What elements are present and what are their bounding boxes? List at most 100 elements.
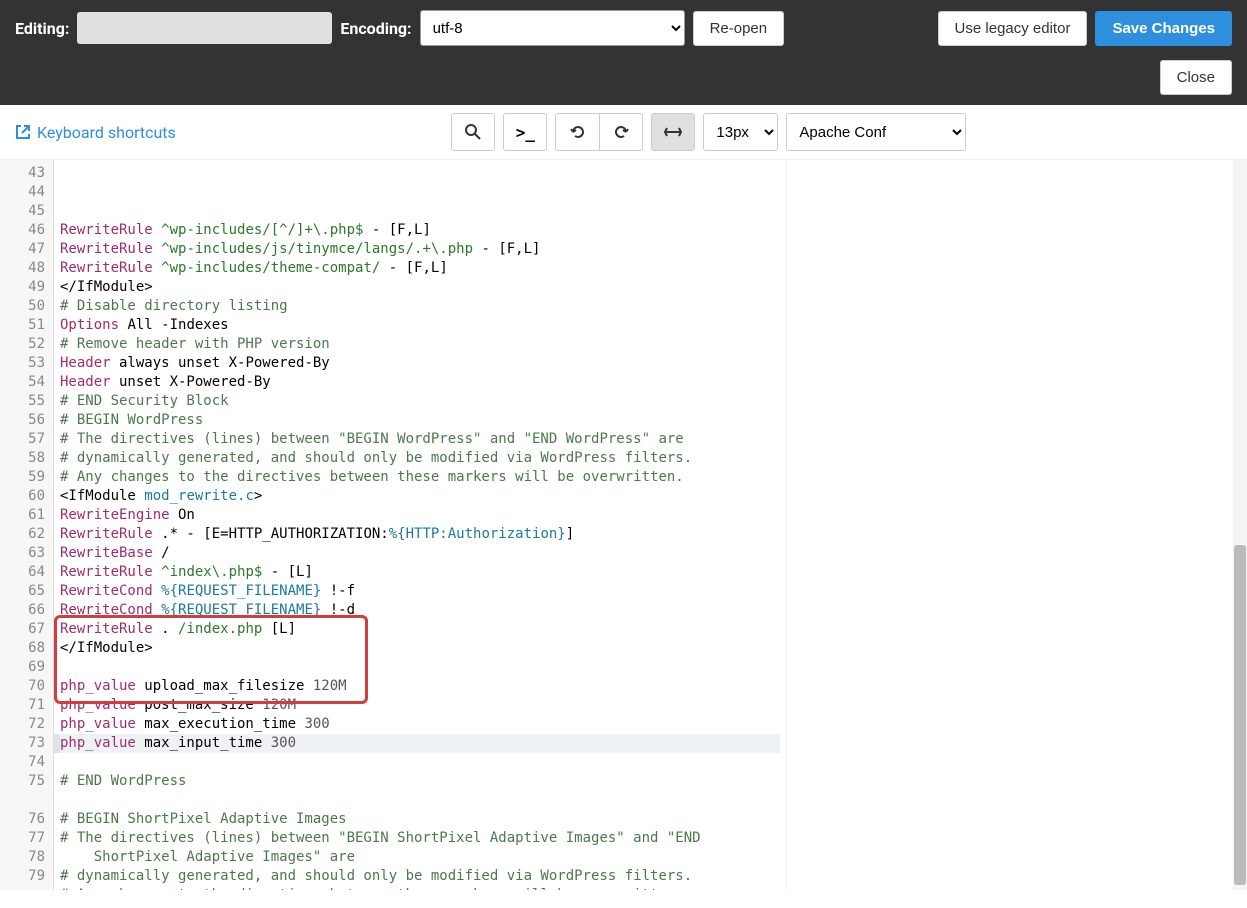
code-line[interactable]: # Disable directory listing [60, 297, 780, 316]
code-line[interactable]: RewriteCond %{REQUEST_FILENAME} !-d [60, 601, 780, 620]
line-number: 44 [4, 183, 45, 202]
line-number: 54 [4, 373, 45, 392]
line-number [4, 791, 45, 810]
scrollbar-thumb[interactable] [1234, 545, 1246, 885]
line-number: 67 [4, 620, 45, 639]
scrollbar-track[interactable] [1233, 160, 1247, 890]
header-bar: Editing: Encoding: utf-8 Re-open Use leg… [0, 0, 1247, 105]
code-line[interactable]: Options All -Indexes [60, 316, 780, 335]
fontsize-select[interactable]: 13px [703, 113, 778, 151]
code-line[interactable]: RewriteRule ^wp-includes/theme-compat/ -… [60, 259, 780, 278]
line-number: 63 [4, 544, 45, 563]
line-number: 68 [4, 639, 45, 658]
keyboard-shortcuts-link[interactable]: Keyboard shortcuts [15, 123, 176, 142]
line-number: 62 [4, 525, 45, 544]
code-line[interactable]: # Any changes to the directives between … [60, 468, 780, 487]
line-number: 77 [4, 829, 45, 848]
code-line[interactable]: # Remove header with PHP version [60, 335, 780, 354]
terminal-button[interactable]: >_ [503, 113, 547, 151]
line-number: 47 [4, 240, 45, 259]
code-line[interactable]: RewriteCond %{REQUEST_FILENAME} !-f [60, 582, 780, 601]
code-line[interactable] [60, 791, 780, 810]
redo-icon [612, 123, 630, 141]
code-line[interactable]: # END WordPress [60, 772, 780, 791]
save-changes-button[interactable]: Save Changes [1095, 11, 1232, 46]
toolbar: Keyboard shortcuts >_ 13px Apache Conf [0, 105, 1247, 160]
line-number: 61 [4, 506, 45, 525]
line-number: 76 [4, 810, 45, 829]
code-line[interactable]: RewriteEngine On [60, 506, 780, 525]
line-number: 73 [4, 734, 45, 753]
right-pane [787, 160, 1247, 890]
code-line[interactable]: Header unset X-Powered-By [60, 373, 780, 392]
code-line[interactable]: php_value upload_max_filesize 120M [60, 677, 780, 696]
encoding-label: Encoding: [340, 19, 411, 38]
code-line[interactable]: php_value max_input_time 300 [60, 734, 780, 753]
line-number: 56 [4, 411, 45, 430]
reopen-button[interactable]: Re-open [693, 11, 785, 46]
external-link-icon [15, 124, 31, 140]
line-number: 53 [4, 354, 45, 373]
close-button[interactable]: Close [1160, 60, 1232, 95]
code-line[interactable]: # END Security Block [60, 392, 780, 411]
code-line[interactable]: RewriteRule ^wp-includes/js/tinymce/lang… [60, 240, 780, 259]
line-number: 50 [4, 297, 45, 316]
undo-button[interactable] [555, 113, 599, 151]
line-number: 55 [4, 392, 45, 411]
line-number: 69 [4, 658, 45, 677]
line-number: 64 [4, 563, 45, 582]
search-button[interactable] [451, 113, 495, 151]
code-line[interactable]: # Any changes to the directives between … [60, 886, 780, 890]
code-line[interactable]: RewriteRule ^index\.php$ - [L] [60, 563, 780, 582]
code-line[interactable]: RewriteBase / [60, 544, 780, 563]
code-line[interactable]: <IfModule mod_rewrite.c> [60, 487, 780, 506]
line-number: 48 [4, 259, 45, 278]
keyboard-shortcuts-label: Keyboard shortcuts [37, 123, 176, 142]
code-line[interactable]: # dynamically generated, and should only… [60, 867, 780, 886]
line-number: 75 [4, 772, 45, 791]
code-line[interactable]: </IfModule> [60, 278, 780, 297]
syntax-select[interactable]: Apache Conf [786, 113, 966, 151]
line-number: 43 [4, 164, 45, 183]
code-line[interactable] [60, 658, 780, 677]
filename-input[interactable] [77, 12, 332, 44]
line-number: 51 [4, 316, 45, 335]
editor-area: 4344454647484950515253545556575859606162… [0, 160, 1247, 890]
line-number: 71 [4, 696, 45, 715]
code-line[interactable]: # The directives (lines) between "BEGIN … [60, 829, 780, 848]
line-number: 74 [4, 753, 45, 772]
line-number: 65 [4, 582, 45, 601]
editing-label: Editing: [15, 19, 69, 38]
line-number: 52 [4, 335, 45, 354]
line-number: 45 [4, 202, 45, 221]
code-line[interactable]: # BEGIN ShortPixel Adaptive Images [60, 810, 780, 829]
line-number: 58 [4, 449, 45, 468]
line-number: 49 [4, 278, 45, 297]
code-line[interactable] [60, 753, 780, 772]
line-number: 72 [4, 715, 45, 734]
wrap-button[interactable] [651, 113, 695, 151]
line-number: 66 [4, 601, 45, 620]
wrap-icon [663, 125, 683, 139]
code-pane[interactable]: RewriteRule ^wp-includes/[^/]+\.php$ - [… [54, 160, 786, 890]
line-number: 60 [4, 487, 45, 506]
terminal-icon: >_ [516, 123, 535, 142]
legacy-editor-button[interactable]: Use legacy editor [938, 11, 1088, 46]
line-number: 59 [4, 468, 45, 487]
code-line[interactable]: # dynamically generated, and should only… [60, 449, 780, 468]
code-line[interactable]: # The directives (lines) between "BEGIN … [60, 430, 780, 449]
line-number: 70 [4, 677, 45, 696]
code-line[interactable]: RewriteRule ^wp-includes/[^/]+\.php$ - [… [60, 221, 780, 240]
code-line[interactable]: php_value post_max_size 120M [60, 696, 780, 715]
code-line[interactable]: Header always unset X-Powered-By [60, 354, 780, 373]
redo-button[interactable] [599, 113, 643, 151]
line-number: 46 [4, 221, 45, 240]
code-line[interactable]: RewriteRule .* - [E=HTTP_AUTHORIZATION:%… [60, 525, 780, 544]
encoding-select[interactable]: utf-8 [420, 10, 685, 46]
code-line[interactable]: </IfModule> [60, 639, 780, 658]
line-number-gutter: 4344454647484950515253545556575859606162… [0, 160, 54, 890]
code-line[interactable]: php_value max_execution_time 300 [60, 715, 780, 734]
code-line[interactable]: ShortPixel Adaptive Images" are [60, 848, 780, 867]
code-line[interactable]: RewriteRule . /index.php [L] [60, 620, 780, 639]
code-line[interactable]: # BEGIN WordPress [60, 411, 780, 430]
